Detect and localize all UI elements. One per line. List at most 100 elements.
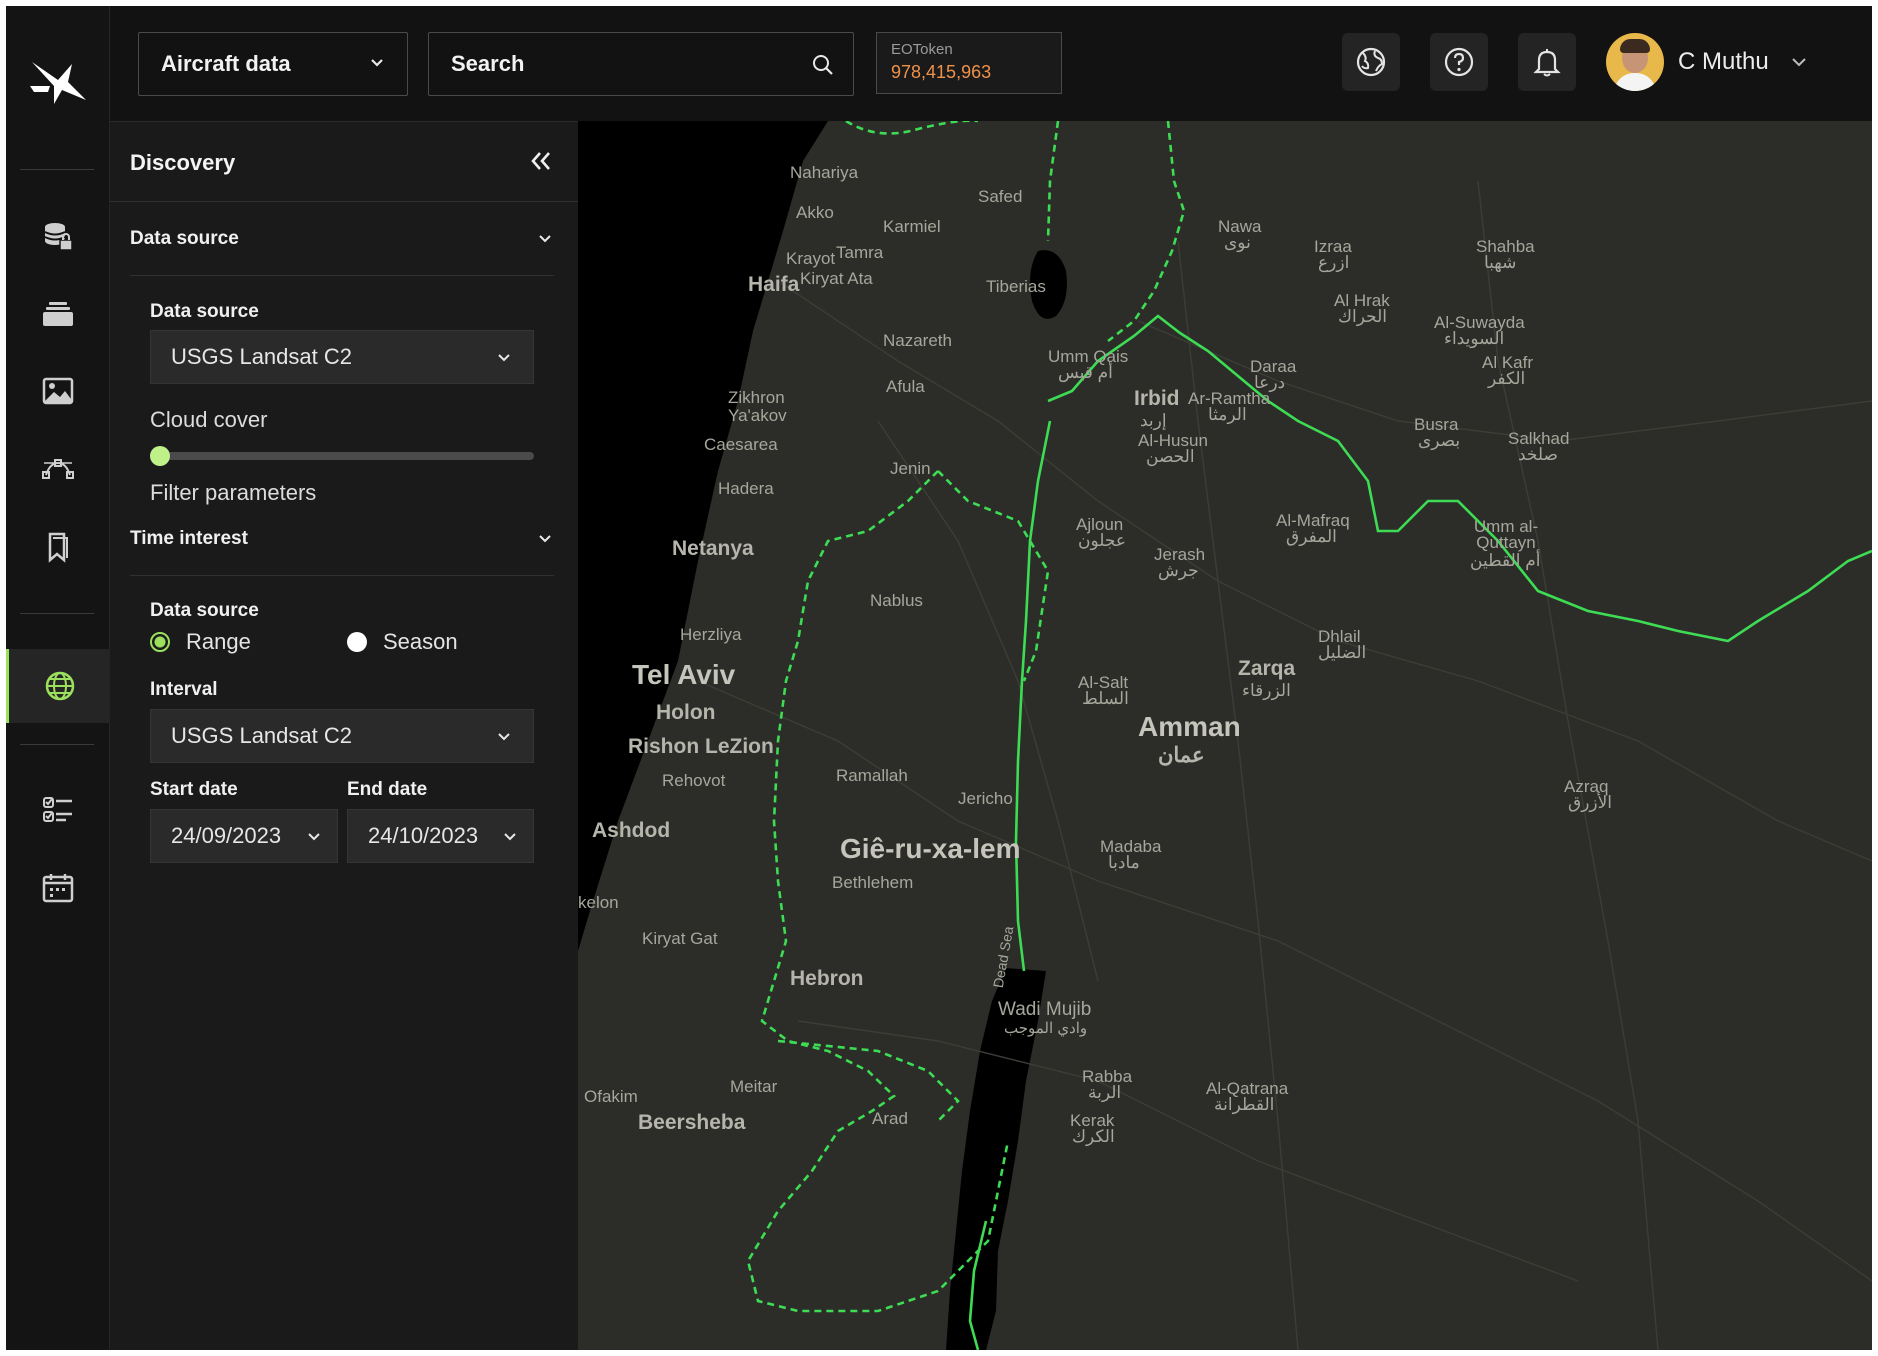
bell-icon: [1533, 49, 1561, 77]
help-button[interactable]: [1430, 33, 1488, 91]
data-type-select-value: Aircraft data: [161, 51, 291, 76]
search-placeholder: Search: [451, 51, 525, 76]
map-label: Tamra: [836, 243, 884, 262]
map-label: Zikhron Ya'akov: [728, 388, 787, 425]
map-label: Ofakim: [584, 1087, 638, 1106]
map-label: جرش: [1158, 561, 1199, 580]
map-label: السويداء: [1444, 329, 1505, 348]
map-label: Rehovot: [662, 771, 726, 790]
image-button[interactable]: [6, 354, 110, 428]
end-date-value: 24/10/2023: [368, 823, 479, 848]
database-lock-button[interactable]: [6, 199, 110, 273]
help-icon: [1444, 47, 1474, 77]
map-label: المفرق: [1286, 527, 1337, 546]
search-input[interactable]: Search: [428, 32, 854, 96]
map-label: Kiryat Ata: [800, 269, 873, 288]
map-label: السلط: [1082, 689, 1129, 708]
map-label: Haifa: [748, 273, 800, 296]
app-window: Aircraft data Search EOToken 978,415,963: [6, 6, 1872, 1350]
vector-path-button[interactable]: [6, 432, 110, 506]
radio-season[interactable]: Season: [347, 629, 458, 655]
globe-icon: [45, 671, 74, 701]
calendar-icon: [42, 874, 74, 903]
map-label: عجلون: [1078, 531, 1127, 550]
map-label: Nablus: [870, 591, 923, 610]
section-time-interest[interactable]: Time interest: [130, 502, 554, 576]
vector-path-icon: [42, 459, 74, 479]
avatar: [1606, 33, 1664, 91]
map-label: Netanya: [672, 537, 754, 560]
map-label: عمان: [1158, 744, 1205, 767]
bookmark-button[interactable]: [6, 510, 110, 584]
map-label: Amman: [1138, 711, 1241, 742]
notifications-button[interactable]: [1518, 33, 1576, 91]
calendar-button[interactable]: [6, 851, 110, 925]
start-date-label: Start date: [150, 779, 238, 800]
logo-icon[interactable]: [28, 56, 88, 108]
map-label: مادبا: [1108, 853, 1140, 872]
map-label: Meitar: [730, 1077, 778, 1096]
radio-season-indicator: [347, 632, 367, 652]
start-date-value: 24/09/2023: [171, 823, 282, 848]
map-label: Arad: [872, 1109, 908, 1128]
map-label: وادي الموجب: [1004, 1020, 1088, 1037]
user-menu[interactable]: C Muthu: [1606, 33, 1809, 91]
map-label: Ashdod: [592, 819, 671, 842]
map-label: الزرقاء: [1242, 681, 1291, 700]
discovery-panel: Discovery Data source Data source USGS L…: [110, 121, 578, 1350]
collapse-panel-icon[interactable]: [528, 148, 554, 174]
section-data-source[interactable]: Data source: [130, 202, 554, 276]
map-label: أم القطين: [1470, 551, 1541, 570]
map-label: Tiberias: [986, 277, 1046, 296]
map-label: Tel Aviv: [632, 659, 736, 690]
language-button[interactable]: [1342, 33, 1400, 91]
map-label: Jenin: [890, 459, 931, 478]
layers-button[interactable]: [6, 276, 110, 350]
image-icon: [42, 377, 74, 405]
cloud-cover-label: Cloud cover: [150, 407, 268, 432]
map-label: شهبا: [1484, 253, 1517, 272]
start-date-picker[interactable]: 24/09/2023: [150, 809, 338, 863]
cloud-cover-slider[interactable]: [150, 452, 534, 460]
token-balance: EOToken 978,415,963: [876, 32, 1062, 94]
map-label: Rishon LeZion: [628, 735, 774, 758]
map-label: الربة: [1088, 1083, 1122, 1102]
chevron-down-icon: [539, 535, 551, 543]
data-type-select[interactable]: Aircraft data: [138, 32, 408, 96]
time-data-source-label: Data source: [150, 600, 259, 621]
user-name: C Muthu: [1678, 48, 1769, 75]
map-view[interactable]: Nahariya Akko Safed Karmiel Krayot Tamra…: [578, 121, 1872, 1350]
map-label: الكرك: [1072, 1127, 1115, 1146]
map-label: الكفر: [1488, 369, 1526, 388]
globe-button[interactable]: [6, 649, 110, 723]
map-label: Bethlehem: [832, 873, 914, 892]
data-source-label: Data source: [150, 301, 259, 322]
map-label: أم قيس: [1058, 363, 1113, 382]
data-source-select[interactable]: USGS Landsat C2: [150, 330, 534, 384]
cloud-cover-slider-handle[interactable]: [150, 446, 170, 466]
data-source-value: USGS Landsat C2: [171, 344, 352, 369]
checklist-icon: [43, 797, 72, 822]
panel-title: Discovery: [130, 150, 236, 175]
end-date-picker[interactable]: 24/10/2023: [347, 809, 534, 863]
checklist-button[interactable]: [6, 773, 110, 847]
map-label: Kiryat Gat: [642, 929, 718, 948]
section-title: Time interest: [130, 528, 248, 549]
map-label: Beersheba: [638, 1111, 746, 1134]
radio-range-indicator: [150, 632, 170, 652]
database-lock-icon: [44, 223, 73, 251]
map-label: Zarqa: [1238, 657, 1296, 680]
map-label: kelon: [578, 893, 619, 912]
chevron-down-icon: [498, 354, 510, 362]
section-title: Data source: [130, 228, 239, 249]
radio-range[interactable]: Range: [150, 629, 251, 655]
map-label: Ramallah: [836, 766, 908, 785]
map-label: القطرانة: [1214, 1095, 1275, 1114]
map-label: بصرى: [1418, 431, 1461, 450]
map-label: Hadera: [718, 479, 774, 498]
chevron-down-icon: [371, 59, 383, 67]
map-label: ازرع: [1318, 253, 1350, 272]
interval-select[interactable]: USGS Landsat C2: [150, 709, 534, 763]
chevron-down-icon: [498, 733, 510, 741]
radio-season-label: Season: [383, 629, 458, 654]
